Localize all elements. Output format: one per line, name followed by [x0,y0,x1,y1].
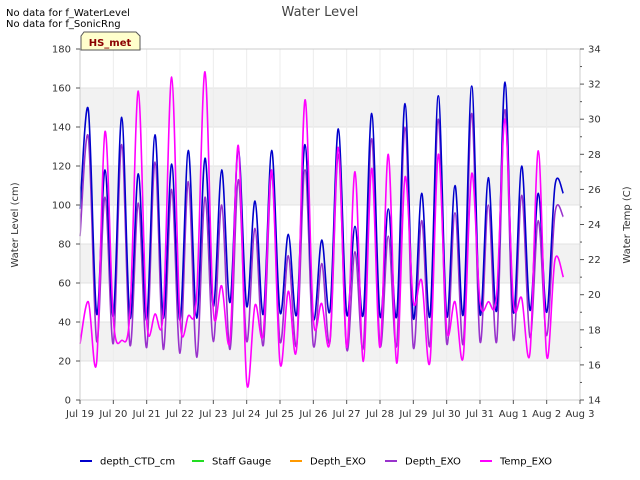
y-tick-label: 20 [58,357,71,368]
plot-bands [80,88,580,361]
x-tick-label: Jul 24 [232,409,261,420]
x-tick-label: Aug 2 [532,409,561,420]
x-tick-label: Jul 23 [198,409,227,420]
y-tick-label: 180 [52,45,71,56]
right-axis-ticks: 14 16 18 20 22 24 26 28 30 32 34 [580,45,601,407]
y-tick-label: 60 [58,279,71,290]
y-axis-label: Water Level (cm) [10,182,21,267]
y2-axis-label: Water Temp (C) [622,186,633,263]
chart-title: Water Level [282,5,359,20]
y2-tick-label: 24 [588,220,601,231]
y-tick-label: 40 [58,318,71,329]
x-tick-label: Jul 26 [298,409,327,420]
x-axis-ticks: Jul 19 Jul 20 Jul 21 Jul 22 Jul 23 Jul 24 Jul … [65,400,595,420]
legend-label: Staff Gauge [212,457,271,468]
y2-tick-label: 30 [588,115,601,126]
x-tick-label: Jul 21 [132,409,161,420]
y2-tick-label: 16 [588,360,601,371]
y2-tick-label: 20 [588,290,601,301]
x-tick-label: Jul 28 [365,409,394,420]
y2-tick-label: 18 [588,325,601,336]
y2-tick-label: 34 [588,45,601,56]
y2-tick-label: 14 [588,396,601,407]
badge-label: HS_met [89,38,132,49]
x-tick-label: Jul 22 [165,409,194,420]
legend-label: depth_CTD_cm [100,457,175,468]
y-tick-label: 100 [52,201,71,212]
y-tick-label: 140 [52,123,71,134]
y2-tick-label: 26 [588,185,601,196]
x-tick-label: Aug 1 [499,409,528,420]
left-axis-ticks: 0 20 40 60 80 100 120 140 160 180 [52,45,80,407]
x-tick-label: Jul 30 [432,409,461,420]
x-tick-label: Jul 29 [398,409,427,420]
legend: depth_CTD_cm Staff Gauge Depth_EXO Depth_EX… [80,457,552,468]
y-tick-label: 160 [52,84,71,95]
legend-label: Depth_EXO [310,457,366,468]
y-tick-label: 120 [52,162,71,173]
y2-tick-label: 32 [588,80,601,91]
water-level-chart: Water Level 020406080100120140160180 141… [10,5,633,468]
x-tick-label: Jul 25 [265,409,294,420]
x-tick-label: Aug 3 [565,409,594,420]
hs-met-badge: HS_met [80,31,141,51]
y-tick-label: 0 [65,396,71,407]
x-tick-label: Jul 20 [98,409,127,420]
legend-label: Temp_EXO [499,457,552,468]
y2-tick-label: 22 [588,255,601,266]
x-tick-label: Jul 27 [332,409,361,420]
x-tick-label: Jul 19 [65,409,94,420]
x-tick-label: Jul 31 [465,409,494,420]
plot-band [80,166,580,205]
y-tick-label: 80 [58,240,71,251]
legend-label: Depth_EXO [405,457,461,468]
plot-band [80,244,580,283]
y2-tick-label: 28 [588,150,601,161]
